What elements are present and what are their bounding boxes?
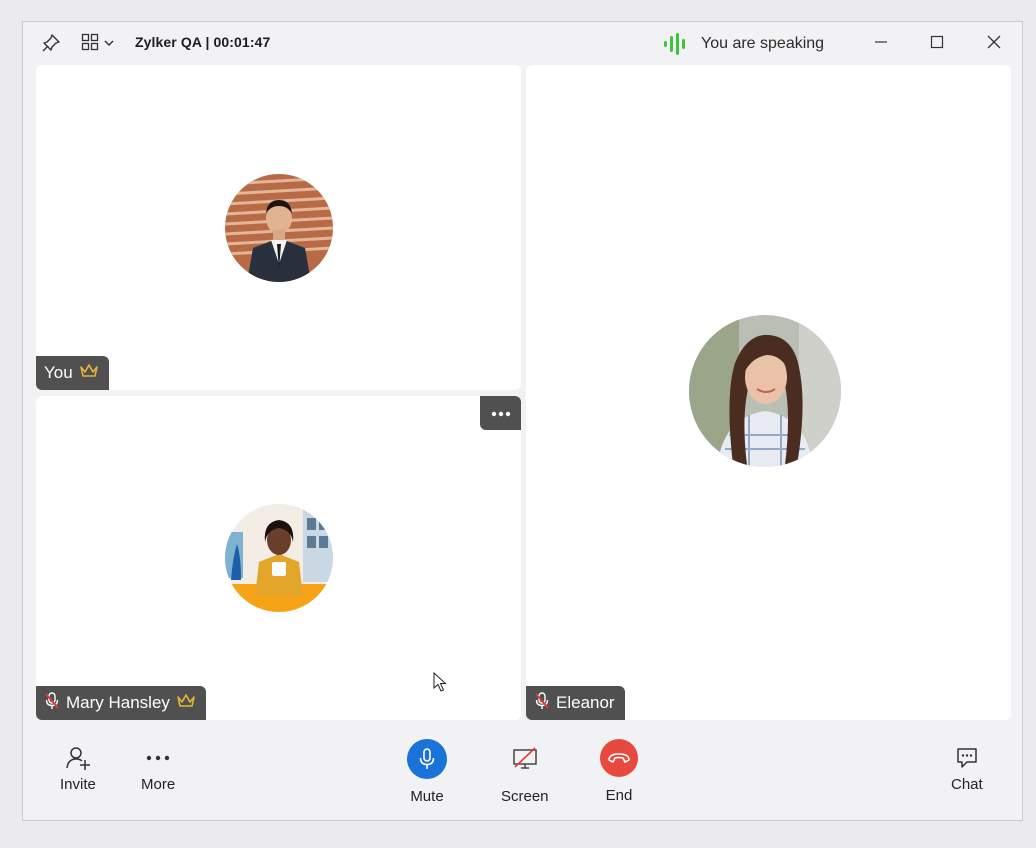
- chat-label: Chat: [951, 776, 983, 793]
- mouse-cursor-icon: [433, 671, 447, 697]
- muted-mic-icon: [44, 691, 60, 715]
- muted-mic-icon: [534, 691, 550, 715]
- participant-tile-mary-hansley[interactable]: Mary Hansley: [36, 396, 521, 720]
- meeting-title: Zylker QA | 00:01:47: [135, 34, 271, 50]
- meeting-toolbar: Invite More Mute Screen End Chat: [23, 722, 1022, 822]
- end-label: End: [605, 787, 633, 804]
- more-label: More: [141, 776, 176, 793]
- layout-switcher[interactable]: [81, 33, 115, 56]
- nametag-mary-hansley: Mary Hansley: [36, 686, 206, 720]
- close-icon[interactable]: [986, 34, 1002, 50]
- avatar: [689, 315, 841, 467]
- nametag-you: You: [36, 356, 109, 390]
- screen-share-button[interactable]: Screen: [501, 739, 549, 805]
- pin-icon[interactable]: [41, 33, 61, 53]
- nametag-eleanor: Eleanor: [526, 686, 625, 720]
- invite-button[interactable]: Invite: [60, 740, 96, 793]
- more-button[interactable]: More: [141, 740, 175, 793]
- participant-tile-eleanor[interactable]: Eleanor: [526, 65, 1011, 720]
- screen-share-off-icon: [505, 739, 545, 779]
- more-horizontal-icon: [146, 740, 170, 776]
- tile-more-options-button[interactable]: [480, 396, 521, 430]
- meeting-window: Zylker QA | 00:01:47 You are speaking Yo…: [22, 21, 1023, 821]
- speaking-status: You are speaking: [701, 35, 825, 52]
- participant-name: Mary Hansley: [66, 693, 170, 712]
- maximize-icon[interactable]: [929, 34, 945, 50]
- participant-tile-you[interactable]: You: [36, 65, 521, 390]
- invite-label: Invite: [60, 776, 96, 793]
- chevron-down-icon: [103, 36, 115, 54]
- avatar: [225, 504, 333, 612]
- mute-button[interactable]: Mute: [407, 739, 447, 805]
- minimize-icon[interactable]: [873, 34, 889, 50]
- title-bar: Zylker QA | 00:01:47 You are speaking: [23, 22, 1022, 64]
- participant-name: You: [44, 363, 73, 382]
- add-user-icon: [65, 740, 91, 776]
- screen-label: Screen: [501, 788, 549, 805]
- participant-name: Eleanor: [556, 693, 615, 712]
- speaking-indicator-icon: [663, 33, 689, 55]
- hang-up-icon: [600, 739, 638, 777]
- end-call-button[interactable]: End: [600, 739, 638, 804]
- host-crown-icon: [176, 693, 196, 714]
- microphone-icon: [407, 739, 447, 779]
- host-crown-icon: [79, 363, 99, 384]
- chat-icon: [955, 740, 979, 776]
- mute-label: Mute: [410, 788, 444, 805]
- avatar: [225, 174, 333, 282]
- chat-button[interactable]: Chat: [951, 740, 983, 793]
- more-horizontal-icon: [491, 404, 511, 422]
- grid-layout-icon: [81, 33, 99, 56]
